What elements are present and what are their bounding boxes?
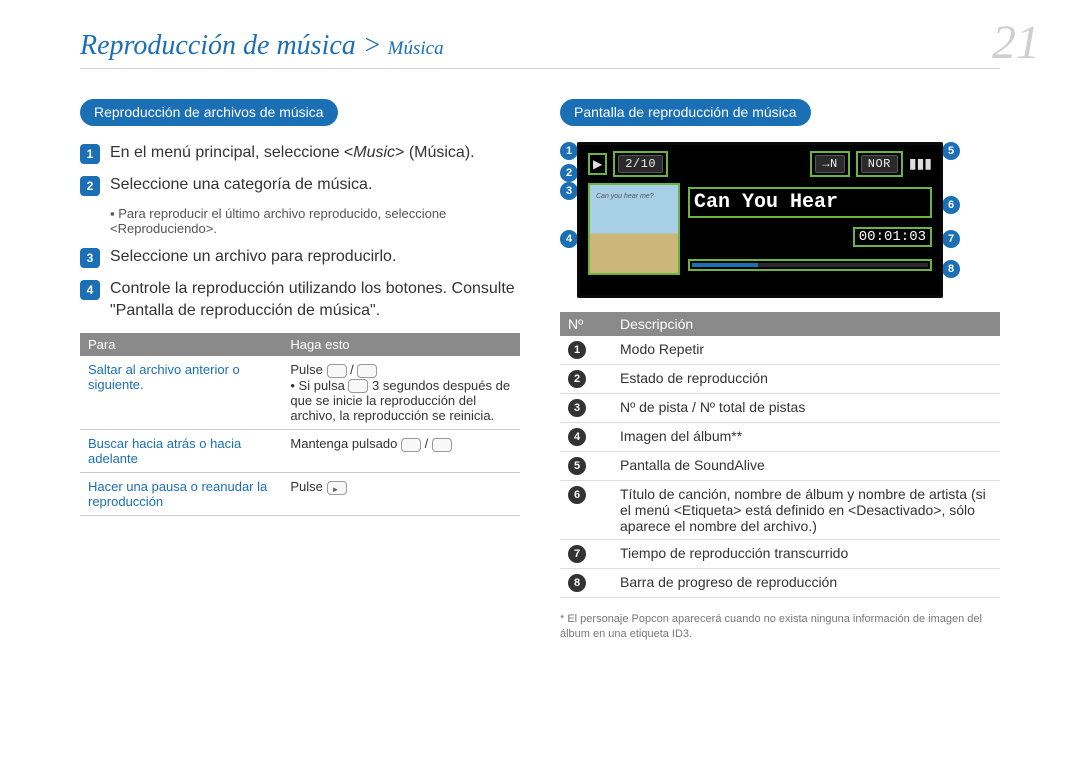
key-left-icon (348, 379, 368, 393)
desc-cell: Título de canción, nombre de álbum y nom… (612, 481, 1000, 540)
table-row: 7 Tiempo de reproducción transcurrido (560, 540, 1000, 569)
table-row: 5 Pantalla de SoundAlive (560, 452, 1000, 481)
desc-cell: Imagen del álbum** (612, 423, 1000, 452)
desc-cell: Modo Repetir (612, 336, 1000, 365)
disc-1: 1 (568, 341, 586, 359)
table-row: Saltar al archivo anterior o siguiente. … (80, 356, 520, 430)
callout-5: 5 (942, 142, 960, 160)
cell-do: Mantenga pulsado / (282, 430, 520, 473)
step-3: 3 Seleccione un archivo para reproducirl… (80, 246, 520, 268)
section-chip-right: Pantalla de reproducción de música (560, 99, 811, 126)
screen-diagram: 1 2 3 4 5 6 7 8 ▶ 2/10 →N NOR ▮▮▮ (560, 142, 960, 298)
disc-7: 7 (568, 545, 586, 563)
callout-4: 4 (560, 230, 578, 248)
battery-icon: ▮▮▮ (909, 155, 932, 173)
table-row: Buscar hacia atrás o hacia adelante Mant… (80, 430, 520, 473)
desc-cell: Barra de progreso de reproducción (612, 569, 1000, 598)
step-text: Controle la reproducción utilizando los … (110, 278, 520, 321)
soundalive-mode: NOR (856, 151, 903, 177)
key-left-icon (401, 438, 421, 452)
section-chip-left: Reproducción de archivos de música (80, 99, 338, 126)
callout-table: Nº Descripción 1 Modo Repetir 2 Estado de … (560, 312, 1000, 598)
callout-8: 8 (942, 260, 960, 278)
table-row: 1 Modo Repetir (560, 336, 1000, 365)
table-row: 6 Título de canción, nombre de álbum y no… (560, 481, 1000, 540)
step-2-note: Para reproducir el último archivo reprod… (110, 206, 520, 236)
left-column: Reproducción de archivos de música 1 En … (80, 99, 520, 643)
table-row: 3 Nº de pista / Nº total de pistas (560, 394, 1000, 423)
col-para: Para (80, 333, 282, 356)
header-subtitle: Música (388, 38, 444, 60)
cell-do: Pulse / • Si pulsa 3 segundos después de… (282, 356, 520, 430)
step-text: Seleccione una categoría de música. (110, 174, 372, 196)
cell-para: Saltar al archivo anterior o siguiente. (80, 356, 282, 430)
step-badge: 2 (80, 176, 100, 196)
page-header: Reproducción de música > Música (80, 30, 1000, 69)
footnote: * El personaje Popcon aparecerá cuando n… (560, 612, 1000, 643)
disc-8: 8 (568, 574, 586, 592)
cell-para: Hacer una pausa o reanudar la reproducci… (80, 473, 282, 516)
table-row: Hacer una pausa o reanudar la reproducci… (80, 473, 520, 516)
step-badge: 3 (80, 248, 100, 268)
desc-cell: Tiempo de reproducción transcurrido (612, 540, 1000, 569)
step-2: 2 Seleccione una categoría de música. (80, 174, 520, 196)
callout-2: 2 (560, 164, 578, 182)
desc-cell: Estado de reproducción (612, 365, 1000, 394)
table-header-row: Para Haga esto (80, 333, 520, 356)
disc-3: 3 (568, 399, 586, 417)
desc-cell: Nº de pista / Nº total de pistas (612, 394, 1000, 423)
track-counter: 2/10 (613, 151, 668, 177)
col-num: Nº (560, 312, 612, 336)
cell-do: Pulse (282, 473, 520, 516)
cell-para: Buscar hacia atrás o hacia adelante (80, 430, 282, 473)
callout-7: 7 (942, 230, 960, 248)
table-row: 4 Imagen del álbum** (560, 423, 1000, 452)
key-right-icon (432, 438, 452, 452)
callout-3: 3 (560, 182, 578, 200)
table-header-row: Nº Descripción (560, 312, 1000, 336)
repeat-mode: →N (810, 151, 849, 177)
progress-bar (688, 259, 932, 271)
col-desc: Descripción (612, 312, 1000, 336)
play-state-icon: ▶ (588, 153, 607, 175)
disc-4: 4 (568, 428, 586, 446)
step-text: Seleccione un archivo para reproducirlo. (110, 246, 396, 268)
disc-2: 2 (568, 370, 586, 388)
page-number: 21 (992, 15, 1040, 70)
table-row: 2 Estado de reproducción (560, 365, 1000, 394)
screen-topbar: ▶ 2/10 →N NOR ▮▮▮ (580, 145, 940, 183)
disc-6: 6 (568, 486, 586, 504)
step-badge: 4 (80, 280, 100, 300)
controls-table: Para Haga esto Saltar al archivo anterio… (80, 333, 520, 516)
elapsed-time: 00:01:03 (853, 227, 932, 247)
key-left-icon (327, 364, 347, 378)
step-4: 4 Controle la reproducción utilizando lo… (80, 278, 520, 321)
song-title-box: Can You Hear (688, 187, 932, 218)
table-row: 8 Barra de progreso de reproducción (560, 569, 1000, 598)
callout-1: 1 (560, 142, 578, 160)
key-play-icon (327, 481, 347, 495)
right-column: Pantalla de reproducción de música 1 2 3… (560, 99, 1000, 643)
key-right-icon (357, 364, 377, 378)
step-text: En el menú principal, seleccione <Music>… (110, 142, 475, 164)
manual-page: 21 Reproducción de música > Música Repro… (0, 0, 1080, 762)
player-screen: ▶ 2/10 →N NOR ▮▮▮ Can you hear me? Can Y… (577, 142, 943, 298)
album-art: Can you hear me? (588, 183, 680, 275)
desc-cell: Pantalla de SoundAlive (612, 452, 1000, 481)
disc-5: 5 (568, 457, 586, 475)
step-badge: 1 (80, 144, 100, 164)
header-title: Reproducción de música > (80, 30, 382, 62)
step-1: 1 En el menú principal, seleccione <Musi… (80, 142, 520, 164)
col-do: Haga esto (282, 333, 520, 356)
album-art-caption: Can you hear me? (596, 193, 654, 200)
callout-6: 6 (942, 196, 960, 214)
